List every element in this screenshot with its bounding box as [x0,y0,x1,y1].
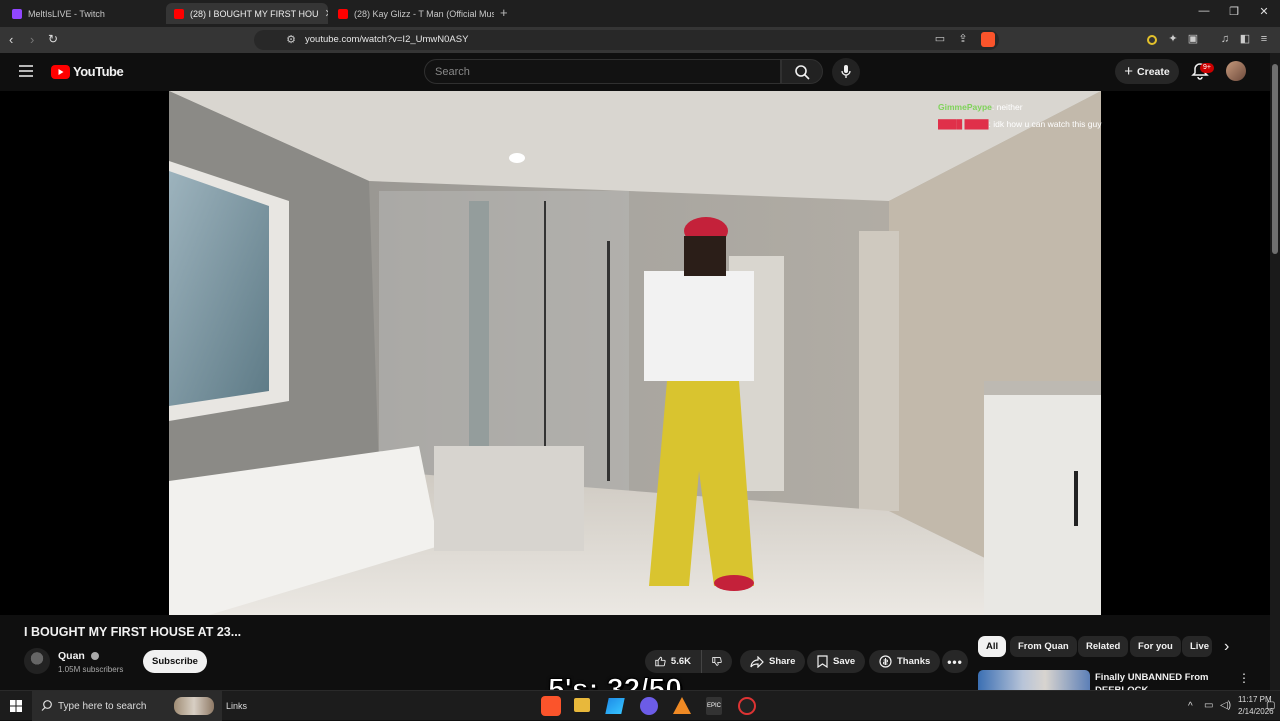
menu-icon[interactable]: ≡ [1258,33,1270,45]
subscriber-count: 1.05M subscribers [58,665,124,674]
taskbar-vlc-icon[interactable] [673,697,691,714]
youtube-favicon-icon [338,8,348,19]
tab-label: MeltIsLIVE - Twitch [28,8,105,19]
taskbar-edge-icon[interactable] [605,698,625,714]
chip-from-quan[interactable]: From Quan [1010,636,1077,657]
tray-network-icon[interactable]: ▭ [1204,700,1213,711]
close-window-icon[interactable]: ✕ [1249,5,1279,18]
hamburger-menu-icon[interactable] [19,64,33,77]
taskbar-discord-icon[interactable] [640,697,658,715]
taskbar-search-input[interactable]: Type here to search [32,691,222,721]
notification-center-icon[interactable]: ▢ [1266,700,1275,711]
media-icon[interactable]: ♫ [1219,33,1231,45]
video-title: I BOUGHT MY FIRST HOUSE AT 23... [24,625,242,639]
channel-name[interactable]: Quan [58,650,99,662]
video-frame[interactable] [169,91,1101,615]
chat-message: GimmePaype: neither [938,102,1023,112]
share-page-icon[interactable]: ⇪ [957,33,969,45]
taskbar-brave-icon[interactable] [541,696,561,716]
search-input[interactable]: Search [424,59,781,84]
rewards-icon[interactable] [1147,35,1157,45]
recommended-thumbnail[interactable] [978,670,1090,690]
taskbar-obs-icon[interactable] [738,697,756,715]
chip-all[interactable]: All [978,636,1007,657]
super-thanks-icon [879,655,892,668]
channel-avatar[interactable] [24,648,50,674]
share-button[interactable]: Share [740,650,806,673]
browser-tab-strip: MeltIsLIVE - Twitch (28) I BOUGHT MY FIR… [0,0,1280,27]
tab-close-icon[interactable]: ✕ [319,7,328,20]
account-avatar[interactable] [1226,61,1246,81]
chip-related[interactable]: Related [1078,636,1129,657]
save-button[interactable]: Save [807,650,866,673]
forward-icon[interactable]: › [30,32,34,47]
url-text: youtube.com/watch?v=I2_UmwN0ASY [305,34,469,45]
more-horizontal-icon: ••• [947,654,963,669]
youtube-favicon-icon [174,8,184,19]
subscribe-button[interactable]: Subscribe [143,650,207,673]
search-icon [795,65,810,80]
youtube-logo[interactable]: YouTube [51,64,124,79]
chat-overlay: GimmePaype: neither ████ ████: idk how u… [938,99,1101,133]
reload-icon[interactable]: ↻ [48,32,58,46]
youtube-play-icon [51,64,70,79]
youtube-masthead: YouTube Search + Create 9+ [0,53,1270,91]
recommended-more-icon[interactable]: ⋮ [1238,671,1250,685]
extensions-icon[interactable]: ✦ [1167,33,1179,45]
twitch-icon [12,8,22,19]
wallet-icon[interactable]: ▣ [1187,33,1199,45]
browser-toolbar: ‹ › ↻ ⚙ youtube.com/watch?v=I2_UmwN0ASY … [0,27,1280,53]
address-bar[interactable]: ⚙ youtube.com/watch?v=I2_UmwN0ASY [254,30,999,50]
back-icon[interactable]: ‹ [9,32,13,47]
chip-for-you[interactable]: For you [1130,636,1181,657]
minimize-icon[interactable]: — [1189,5,1219,17]
thumbs-up-icon [655,656,666,667]
microphone-icon [841,65,851,78]
verified-badge-icon [90,652,99,661]
sidebar-icon[interactable]: ◧ [1239,33,1251,45]
dislike-button[interactable] [701,650,732,673]
site-info-icon[interactable]: ⚙ [285,34,297,46]
chat-message: ████ ████: idk how u can watch this guy [938,119,1102,129]
tab-label: (28) Kay Glizz - T Man (Official Music [354,8,494,19]
tab-youtube-house[interactable]: (28) I BOUGHT MY FIRST HOU ✕ [166,3,328,24]
recommended-title[interactable]: Finally UNBANNED From DEEBLOCK [1095,671,1225,690]
brave-shield-icon[interactable] [981,32,995,47]
taskbar-search-icon [41,700,52,711]
scrollbar-thumb[interactable] [1272,64,1278,254]
create-button[interactable]: + Create [1115,59,1179,84]
share-icon [750,655,764,668]
search-button[interactable] [781,59,823,84]
windows-taskbar: Type here to search Links EPIC ^ ▭ ◁) 11… [0,690,1280,721]
tab-label: (28) I BOUGHT MY FIRST HOU [190,8,319,19]
chip-live[interactable]: Live [1182,636,1212,657]
tray-chevron-icon[interactable]: ^ [1188,701,1193,712]
tab-youtube-music[interactable]: (28) Kay Glizz - T Man (Official Music [330,3,494,24]
thumbs-down-icon [712,657,722,666]
taskbar-epic-icon[interactable]: EPIC [706,697,722,715]
links-toolbar[interactable]: Links [226,701,247,711]
like-button[interactable]: 5.6K [645,650,701,673]
windows-start-icon[interactable] [10,700,22,712]
more-actions-button[interactable]: ••• [942,650,968,673]
taskbar-explorer-icon[interactable] [574,698,590,712]
tab-twitch[interactable]: MeltIsLIVE - Twitch [4,3,164,24]
search-highlight-image [174,697,214,715]
notification-badge: 9+ [1200,63,1214,73]
cast-icon[interactable]: ▭ [934,33,946,45]
new-tab-icon[interactable]: + [500,5,508,20]
chips-next-icon[interactable]: › [1224,638,1229,656]
restore-icon[interactable]: ❐ [1219,5,1249,18]
bookmark-save-icon [817,655,828,668]
plus-icon: + [1124,63,1134,80]
video-scene-image [169,91,1101,615]
tray-volume-icon[interactable]: ◁) [1220,700,1231,711]
thanks-button[interactable]: Thanks [869,650,941,673]
voice-search-button[interactable] [832,58,860,86]
